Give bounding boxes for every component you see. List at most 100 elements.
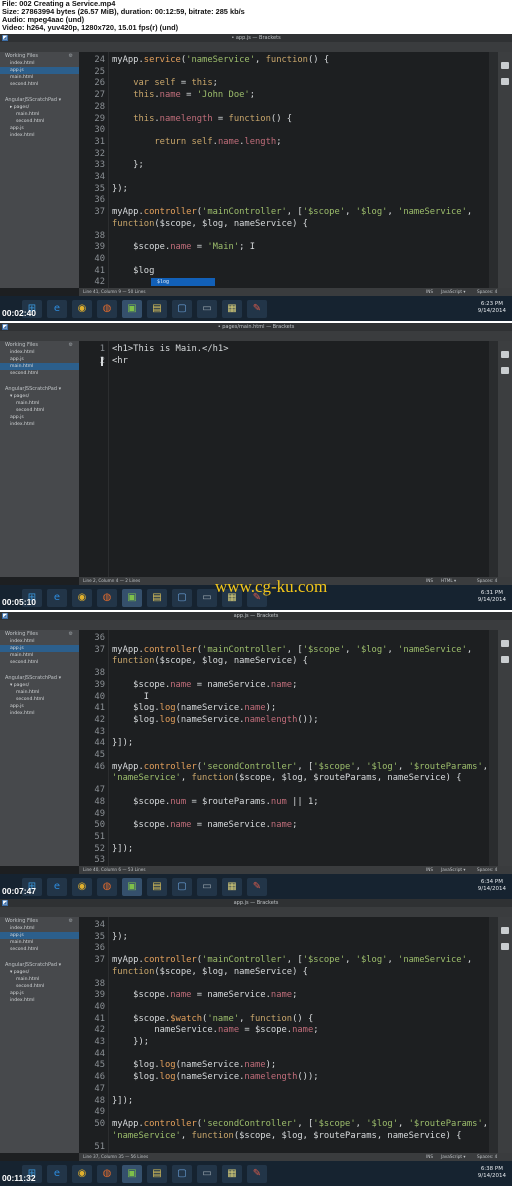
window-icon[interactable]: ▭ xyxy=(197,300,217,318)
ins-mode[interactable]: INS xyxy=(426,288,433,296)
chrome-icon[interactable]: ◉ xyxy=(72,589,92,607)
code-line[interactable]: 2<hr xyxy=(79,355,489,368)
working-file-item[interactable]: second.html xyxy=(0,659,79,666)
project-tree-item[interactable]: second.html xyxy=(0,118,79,125)
project-tree-item[interactable]: index.html xyxy=(0,997,79,1004)
project-tree-item[interactable]: ▸ pages/ xyxy=(0,104,79,111)
presenter-icon[interactable]: ▢ xyxy=(172,300,192,318)
ins-mode[interactable]: INS xyxy=(426,1153,433,1161)
indent-setting[interactable]: Spaces: 4 xyxy=(477,577,497,585)
gear-icon[interactable]: ⚙ xyxy=(69,52,73,60)
chrome-icon[interactable]: ◉ xyxy=(72,878,92,896)
ins-mode[interactable]: INS xyxy=(426,577,433,585)
editor-scrollbar[interactable] xyxy=(489,917,498,1153)
code-editor[interactable]: 1<h1>This is Main.</h1>2<hr xyxy=(79,341,489,577)
brackets-icon[interactable]: ▣ xyxy=(122,1165,142,1183)
live-preview-icon[interactable] xyxy=(501,640,509,647)
code-line[interactable]: 51 xyxy=(79,1141,489,1153)
project-header[interactable]: AngularJSScratchPad ▾ xyxy=(0,961,79,969)
explorer-icon[interactable]: ▤ xyxy=(147,300,167,318)
live-preview-icon[interactable] xyxy=(501,351,509,358)
code-editor[interactable]: 36 37 myApp.controller('mainController', [… xyxy=(79,630,489,866)
project-tree-item[interactable]: main.html xyxy=(0,689,79,696)
project-tree-item[interactable]: index.html xyxy=(0,132,79,139)
project-tree-item[interactable]: ▾ pages/ xyxy=(0,393,79,400)
working-file-item[interactable]: main.html xyxy=(0,363,79,370)
firefox-icon[interactable]: ◍ xyxy=(97,589,117,607)
project-tree-item[interactable]: main.html xyxy=(0,976,79,983)
editor-scrollbar[interactable] xyxy=(489,52,498,288)
language-select[interactable]: JavaScript ▾ xyxy=(441,1153,465,1161)
indent-setting[interactable]: Spaces: 4 xyxy=(477,1153,497,1161)
brackets-icon[interactable]: ▣ xyxy=(122,589,142,607)
live-preview-icon[interactable] xyxy=(501,927,509,934)
explorer-icon[interactable]: ▤ xyxy=(147,1165,167,1183)
working-file-item[interactable]: main.html xyxy=(0,652,79,659)
code-hint-popup[interactable]: $log xyxy=(151,278,215,287)
project-tree-item[interactable]: second.html xyxy=(0,983,79,990)
window-icon[interactable]: ▭ xyxy=(197,589,217,607)
working-file-item[interactable]: main.html xyxy=(0,939,79,946)
language-select[interactable]: HTML ▾ xyxy=(441,577,456,585)
window-icon[interactable]: ▭ xyxy=(197,878,217,896)
working-file-item[interactable]: app.js xyxy=(0,645,79,652)
firefox-icon[interactable]: ◍ xyxy=(97,1165,117,1183)
ie-icon[interactable]: e xyxy=(47,589,67,607)
brackets-icon[interactable]: ▣ xyxy=(122,878,142,896)
project-tree-item[interactable]: index.html xyxy=(0,421,79,428)
project-tree-item[interactable]: app.js xyxy=(0,414,79,421)
working-file-item[interactable]: index.html xyxy=(0,349,79,356)
code-line[interactable]: 42 xyxy=(79,276,489,288)
tool-icon[interactable]: ✎ xyxy=(247,878,267,896)
indent-setting[interactable]: Spaces: 4 xyxy=(477,866,497,874)
language-select[interactable]: JavaScript ▾ xyxy=(441,288,465,296)
code-editor[interactable]: 24 myApp.service('nameService', function(… xyxy=(79,52,489,288)
project-tree-item[interactable]: second.html xyxy=(0,407,79,414)
presenter-icon[interactable]: ▢ xyxy=(172,878,192,896)
extension-manager-icon[interactable] xyxy=(501,656,509,663)
system-clock[interactable]: 6:34 PM 9/14/2014 xyxy=(478,879,506,893)
editor-scrollbar[interactable] xyxy=(489,630,498,866)
brackets-app-icon[interactable]: ◩ xyxy=(2,324,8,330)
gear-icon[interactable]: ⚙ xyxy=(69,630,73,638)
system-clock[interactable]: 6:38 PM 9/14/2014 xyxy=(478,1166,506,1180)
live-preview-icon[interactable] xyxy=(501,62,509,69)
tool-icon[interactable]: ✎ xyxy=(247,300,267,318)
working-file-item[interactable]: second.html xyxy=(0,81,79,88)
tool-icon[interactable]: ✎ xyxy=(247,1165,267,1183)
code-editor[interactable]: 34 35}); 36 37 myApp.controller('mainControl… xyxy=(79,917,489,1153)
explorer-icon[interactable]: ▤ xyxy=(147,878,167,896)
ins-mode[interactable]: INS xyxy=(426,866,433,874)
presenter-icon[interactable]: ▢ xyxy=(172,1165,192,1183)
project-tree-item[interactable]: app.js xyxy=(0,703,79,710)
brackets-app-icon[interactable]: ◩ xyxy=(2,35,8,41)
brackets-app-icon[interactable]: ◩ xyxy=(2,900,8,906)
project-tree-item[interactable]: main.html xyxy=(0,400,79,407)
notes-icon[interactable]: ▦ xyxy=(222,878,242,896)
window-icon[interactable]: ▭ xyxy=(197,1165,217,1183)
chrome-icon[interactable]: ◉ xyxy=(72,300,92,318)
gear-icon[interactable]: ⚙ xyxy=(69,341,73,349)
project-tree-item[interactable]: main.html xyxy=(0,111,79,118)
working-file-item[interactable]: second.html xyxy=(0,370,79,377)
project-header[interactable]: AngularJSScratchPad ▾ xyxy=(0,674,79,682)
project-header[interactable]: AngularJSScratchPad ▾ xyxy=(0,96,79,104)
indent-setting[interactable]: Spaces: 4 xyxy=(477,288,497,296)
brackets-app-icon[interactable]: ◩ xyxy=(2,613,8,619)
working-file-item[interactable]: second.html xyxy=(0,946,79,953)
working-file-item[interactable]: index.html xyxy=(0,925,79,932)
gear-icon[interactable]: ⚙ xyxy=(69,917,73,925)
extension-manager-icon[interactable] xyxy=(501,78,509,85)
working-file-item[interactable]: app.js xyxy=(0,356,79,363)
editor-scrollbar[interactable] xyxy=(489,341,498,577)
chrome-icon[interactable]: ◉ xyxy=(72,1165,92,1183)
working-file-item[interactable]: app.js xyxy=(0,932,79,939)
working-file-item[interactable]: app.js xyxy=(0,67,79,74)
brackets-icon[interactable]: ▣ xyxy=(122,300,142,318)
ie-icon[interactable]: e xyxy=(47,878,67,896)
ie-icon[interactable]: e xyxy=(47,300,67,318)
system-clock[interactable]: 6:23 PM 9/14/2014 xyxy=(478,301,506,315)
notes-icon[interactable]: ▦ xyxy=(222,300,242,318)
firefox-icon[interactable]: ◍ xyxy=(97,300,117,318)
project-tree-item[interactable]: ▾ pages/ xyxy=(0,682,79,689)
